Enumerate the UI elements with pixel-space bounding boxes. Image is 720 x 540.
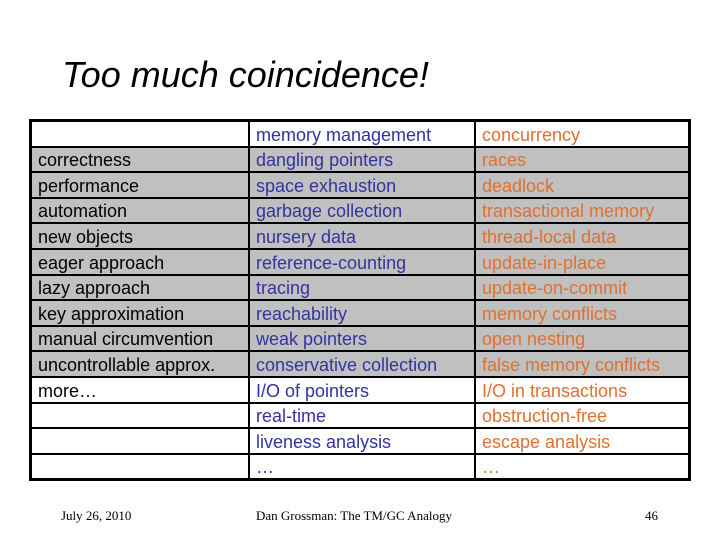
header-cell-blank bbox=[29, 119, 250, 148]
table-row: real-time obstruction-free bbox=[29, 401, 691, 430]
memory-management-cell: liveness analysis bbox=[248, 427, 476, 455]
memory-management-cell: conservative collection bbox=[248, 350, 476, 378]
concurrency-cell: obstruction-free bbox=[474, 401, 691, 430]
row-label: correctness bbox=[29, 145, 250, 174]
table-row: liveness analysis escape analysis bbox=[29, 427, 691, 455]
row-label: performance bbox=[29, 171, 250, 199]
header-cell-memory-management: memory management bbox=[248, 119, 476, 148]
memory-management-cell: nursery data bbox=[248, 222, 476, 250]
row-label: automation bbox=[29, 196, 250, 225]
row-label bbox=[29, 452, 250, 481]
row-label: new objects bbox=[29, 222, 250, 250]
concurrency-cell: I/O in transactions bbox=[474, 375, 691, 404]
concurrency-cell: update-in-place bbox=[474, 247, 691, 276]
concurrency-cell: false memory conflicts bbox=[474, 350, 691, 378]
header-cell-concurrency: concurrency bbox=[474, 119, 691, 148]
table-row: lazy approach tracing update-on-commit bbox=[29, 273, 691, 302]
concurrency-cell: races bbox=[474, 145, 691, 174]
concurrency-cell: deadlock bbox=[474, 171, 691, 199]
concurrency-cell: update-on-commit bbox=[474, 273, 691, 302]
table-row: eager approach reference-counting update… bbox=[29, 247, 691, 276]
footer-page-number: 46 bbox=[645, 508, 658, 523]
concurrency-cell: thread-local data bbox=[474, 222, 691, 250]
table-row: correctness dangling pointers races bbox=[29, 145, 691, 174]
row-label: lazy approach bbox=[29, 273, 250, 302]
memory-management-cell: reference-counting bbox=[248, 247, 476, 276]
memory-management-cell: tracing bbox=[248, 273, 476, 302]
concurrency-cell: transactional memory bbox=[474, 196, 691, 225]
footer-presentation-title: Dan Grossman: The TM/GC Analogy bbox=[256, 508, 452, 523]
table-row: performance space exhaustion deadlock bbox=[29, 171, 691, 199]
table-row: key approximation reachability memory co… bbox=[29, 299, 691, 327]
row-label: key approximation bbox=[29, 299, 250, 327]
row-label: eager approach bbox=[29, 247, 250, 276]
memory-management-cell: garbage collection bbox=[248, 196, 476, 225]
concurrency-cell: open nesting bbox=[474, 324, 691, 353]
memory-management-cell: real-time bbox=[248, 401, 476, 430]
concurrency-cell: … bbox=[474, 452, 691, 481]
row-label: uncontrollable approx. bbox=[29, 350, 250, 378]
table-row: automation garbage collection transactio… bbox=[29, 196, 691, 225]
table-header-row: memory management concurrency bbox=[29, 119, 691, 148]
table-row: new objects nursery data thread-local da… bbox=[29, 222, 691, 250]
memory-management-cell: I/O of pointers bbox=[248, 375, 476, 404]
slide-title: Too much coincidence! bbox=[62, 54, 429, 95]
memory-management-cell: reachability bbox=[248, 299, 476, 327]
table-row: manual circumvention weak pointers open … bbox=[29, 324, 691, 353]
table-row: … … bbox=[29, 452, 691, 481]
table-row: uncontrollable approx. conservative coll… bbox=[29, 350, 691, 378]
footer-date: July 26, 2010 bbox=[61, 508, 132, 523]
concurrency-cell: escape analysis bbox=[474, 427, 691, 455]
memory-management-cell: weak pointers bbox=[248, 324, 476, 353]
row-label: more… bbox=[29, 375, 250, 404]
table-row: more… I/O of pointers I/O in transaction… bbox=[29, 375, 691, 404]
memory-management-cell: space exhaustion bbox=[248, 171, 476, 199]
memory-management-cell: dangling pointers bbox=[248, 145, 476, 174]
comparison-table: memory management concurrency correctnes… bbox=[29, 119, 691, 482]
memory-management-cell: … bbox=[248, 452, 476, 481]
concurrency-cell: memory conflicts bbox=[474, 299, 691, 327]
row-label: manual circumvention bbox=[29, 324, 250, 353]
row-label bbox=[29, 427, 250, 455]
row-label bbox=[29, 401, 250, 430]
